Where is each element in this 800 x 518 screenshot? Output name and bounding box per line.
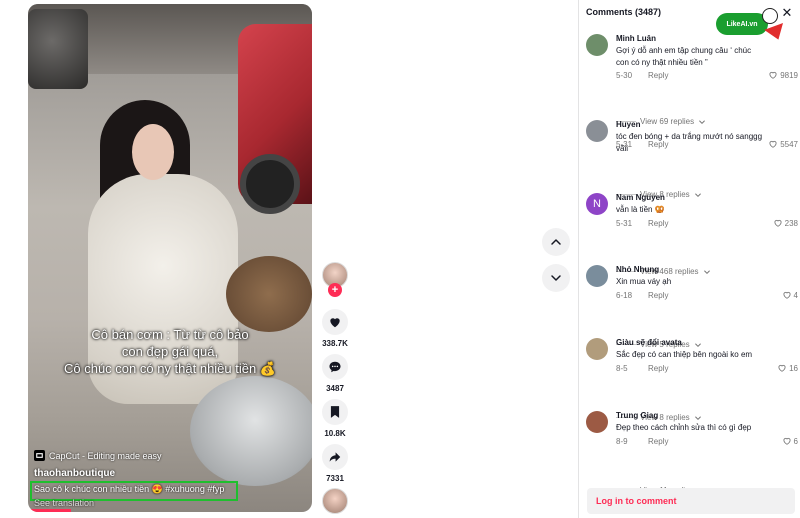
save-count: 10.8K bbox=[324, 429, 346, 438]
chevron-down-icon bbox=[699, 120, 705, 124]
avatar-letter: N bbox=[593, 198, 601, 210]
previous-video-button[interactable] bbox=[542, 228, 570, 256]
heart-outline-icon bbox=[774, 220, 782, 227]
commenter-avatar[interactable]: N bbox=[586, 193, 608, 215]
commenter-name[interactable]: Giàu sẽ đổi avata bbox=[616, 338, 682, 347]
comment-like-button[interactable]: 9819 bbox=[768, 70, 798, 80]
comment-like-button[interactable]: 238 bbox=[773, 218, 798, 228]
close-button[interactable]: ✕ bbox=[778, 4, 796, 22]
comment-like-button[interactable]: 16 bbox=[777, 363, 798, 373]
save-button[interactable] bbox=[322, 399, 348, 425]
reply-button[interactable]: Reply bbox=[648, 364, 668, 373]
share-button[interactable] bbox=[322, 444, 348, 470]
comment-icon bbox=[329, 361, 341, 373]
video-player[interactable]: Cô bán cơm : Từ từ cô bảo con đẹp gái qu… bbox=[28, 4, 312, 512]
comment-like-count: 4 bbox=[793, 290, 798, 300]
reply-button[interactable]: Reply bbox=[648, 219, 668, 228]
car-wheel bbox=[240, 154, 300, 214]
like-count: 338.7K bbox=[322, 339, 348, 348]
basket bbox=[226, 256, 312, 332]
comment-text: Sắc đẹp có can thiệp bên ngoài ko em bbox=[616, 350, 753, 359]
video-overlay-text: Cô bán cơm : Từ từ cô bảo con đẹp gái qu… bbox=[52, 326, 288, 377]
video-author[interactable]: thaohanboutique bbox=[34, 468, 115, 479]
commenter-name[interactable]: Nam Nguyen bbox=[616, 193, 665, 202]
comment-like-count: 238 bbox=[784, 218, 798, 228]
commenter-name[interactable]: Huyen bbox=[616, 120, 640, 129]
chevron-down-icon bbox=[703, 270, 710, 274]
heart-outline-icon bbox=[769, 72, 777, 79]
reply-button[interactable]: Reply bbox=[648, 437, 668, 446]
comment-like-button[interactable]: 5547 bbox=[768, 139, 798, 149]
heart-outline-icon bbox=[769, 141, 777, 148]
like-button[interactable] bbox=[322, 309, 348, 335]
heart-outline-icon bbox=[783, 438, 791, 445]
share-icon bbox=[329, 452, 341, 462]
comments-header: Comments (3487) bbox=[586, 7, 662, 17]
comment-like-count: 6 bbox=[793, 436, 798, 446]
next-video-button[interactable] bbox=[542, 264, 570, 292]
overlay-line-3: Cô chúc con có ny thật nhiều tiền 💰 bbox=[63, 361, 277, 376]
reply-button[interactable]: Reply bbox=[648, 140, 668, 149]
capcut-label: CapCut - Editing made easy bbox=[49, 450, 162, 461]
music-avatar[interactable] bbox=[322, 488, 348, 514]
overlay-line-2: con đẹp gái quá, bbox=[121, 344, 219, 359]
heart-outline-icon bbox=[778, 365, 786, 372]
follow-button[interactable]: + bbox=[328, 283, 342, 297]
reply-button[interactable]: Reply bbox=[648, 291, 668, 300]
commenter-avatar[interactable] bbox=[586, 338, 608, 360]
commenter-name[interactable]: Minh Luân bbox=[616, 34, 656, 43]
comment-date: 5-30 bbox=[616, 71, 633, 80]
capcut-icon bbox=[34, 450, 45, 461]
commenter-name[interactable]: Trung Giag bbox=[616, 411, 658, 420]
login-to-comment-button[interactable]: Log in to comment bbox=[587, 488, 795, 514]
comment-text: Gợi ý dỗ anh em tập chung câu ‘ chúc con… bbox=[616, 46, 752, 67]
comment-date: 5-31 bbox=[616, 219, 633, 228]
reply-button[interactable]: Reply bbox=[648, 71, 668, 80]
comment-like-button[interactable]: 4 bbox=[782, 290, 798, 300]
comment-date: 8-9 bbox=[616, 437, 628, 446]
comment-text: Đẹp theo cách chỉnh sửa thì có gì đẹp bbox=[616, 423, 752, 432]
person-face bbox=[132, 124, 174, 180]
comment-text: vẫn là tiền 🥨 bbox=[616, 205, 665, 214]
chevron-down-icon bbox=[551, 275, 561, 281]
motorbike bbox=[28, 9, 88, 89]
chevron-down-icon bbox=[694, 343, 701, 347]
chevron-down-icon bbox=[694, 416, 701, 420]
comment-like-count: 9819 bbox=[780, 70, 798, 80]
video-progress-bar[interactable] bbox=[28, 509, 71, 512]
comment-text: tóc đen bóng + da trắng mướt nó sanggg v… bbox=[616, 132, 763, 153]
heart-icon bbox=[330, 318, 340, 328]
comment-button[interactable] bbox=[322, 354, 348, 380]
comment-date: 5-31 bbox=[616, 140, 633, 149]
metal-tray bbox=[190, 376, 312, 486]
commenter-name[interactable]: Nhỏ Nhung bbox=[616, 265, 659, 274]
watermark-logo: LikeAI.vn bbox=[716, 13, 768, 35]
commenter-avatar[interactable] bbox=[586, 265, 608, 287]
video-caption: Sao cô k chúc con nhiều tiền 😍 #xuhuong … bbox=[34, 484, 225, 494]
heart-outline-icon bbox=[783, 292, 791, 299]
comment-like-count: 5547 bbox=[780, 139, 798, 149]
commenter-avatar[interactable] bbox=[586, 411, 608, 433]
share-count: 7331 bbox=[326, 474, 344, 483]
chevron-up-icon bbox=[551, 239, 561, 245]
comment-like-button[interactable]: 6 bbox=[782, 436, 798, 446]
comment-text: Xin mua váy ạh bbox=[616, 277, 672, 286]
logo-mascot-icon bbox=[762, 8, 778, 24]
bookmark-icon bbox=[330, 406, 340, 418]
commenter-avatar[interactable] bbox=[586, 120, 608, 142]
panel-divider bbox=[578, 0, 579, 518]
overlay-line-1: Cô bán cơm : Từ từ cô bảo bbox=[91, 327, 249, 342]
see-translation-link[interactable]: See translation bbox=[34, 498, 94, 508]
chevron-down-icon bbox=[694, 193, 701, 197]
commenter-avatar[interactable] bbox=[586, 34, 608, 56]
comment-date: 6-18 bbox=[616, 291, 633, 300]
comment-count: 3487 bbox=[326, 384, 344, 393]
comment-like-count: 16 bbox=[789, 363, 798, 373]
capcut-tag[interactable]: CapCut - Editing made easy bbox=[34, 450, 162, 461]
view-replies-label: View 69 replies bbox=[640, 117, 695, 126]
comment-date: 8-5 bbox=[616, 364, 628, 373]
